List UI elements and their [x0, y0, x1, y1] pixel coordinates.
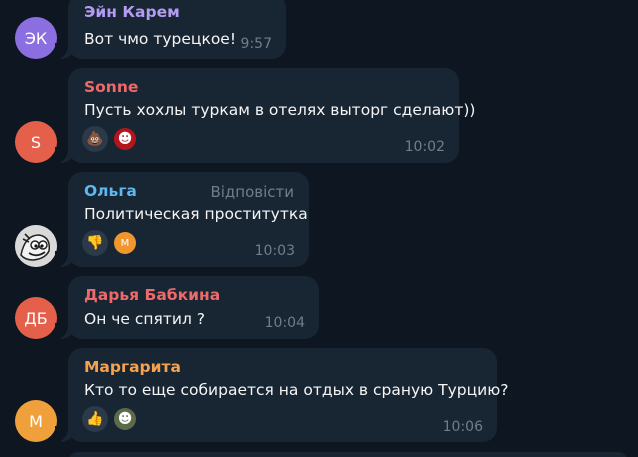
avatar[interactable]: ЭК	[15, 17, 57, 59]
reaction-chip[interactable]: 💩	[82, 126, 108, 152]
message-text: Кто то еще собирается на отдых в сраную …	[84, 381, 509, 399]
message-bubble[interactable]: Эйн Карем Вот чмо турецкое! 9:57	[55, 0, 286, 59]
reactions-row: 👎 M	[82, 230, 138, 256]
thumbs-up-emoji-icon: 👍	[86, 411, 104, 427]
message-time: 10:06	[442, 419, 483, 435]
avatar-initials: М	[29, 411, 43, 431]
message-bubble[interactable]: Дарья Бабкина Он че спятил ? 10:04	[55, 276, 319, 339]
message-bubble[interactable]: Маргарита Кто то еще собирается на отдых…	[55, 348, 509, 442]
avatar[interactable]: S	[15, 121, 57, 163]
avatar-initials: ЭК	[24, 28, 48, 48]
reaction-chip[interactable]: ☻	[112, 406, 138, 432]
reaction-chip[interactable]: ☻	[112, 126, 138, 152]
poop-emoji-icon: 💩	[86, 131, 104, 147]
sender-name[interactable]: Sonne	[84, 78, 138, 96]
avatar[interactable]	[15, 225, 57, 267]
chat-message-list: ЭК Эйн Карем Вот чмо турецкое! 9:57 S So…	[0, 0, 638, 457]
green-avatar-reaction-icon: ☻	[114, 408, 136, 430]
message-bubble[interactable]: Ольга Відповісти Политическая проститутк…	[55, 172, 309, 267]
reactions-row: 👍 ☻	[82, 406, 138, 432]
message-time: 10:04	[264, 315, 305, 331]
cartoon-avatar-icon	[15, 225, 57, 267]
reaction-chip[interactable]: 👍	[82, 406, 108, 432]
sender-name[interactable]: Маргарита	[84, 358, 181, 376]
message-text: Вот чмо турецкое!	[84, 30, 237, 48]
thumbs-down-emoji-icon: 👎	[86, 235, 104, 251]
message-time: 9:57	[240, 36, 272, 52]
message-time: 10:03	[254, 243, 295, 259]
avatar-initials: S	[30, 132, 42, 152]
message-text: Он че спятил ?	[84, 310, 206, 328]
red-avatar-reaction-icon: ☻	[114, 128, 136, 150]
reactions-row: 💩 ☻	[82, 126, 138, 152]
message-time: 10:02	[404, 139, 445, 155]
message-bubble[interactable]: Sonne Пусть хохлы туркам в отелях выторг…	[55, 68, 475, 163]
sender-name[interactable]: Ольга	[84, 182, 137, 200]
message-text: Политическая проституткa	[84, 205, 308, 223]
avatar-initials: ДБ	[24, 308, 48, 328]
orange-avatar-reaction-icon: M	[114, 232, 136, 254]
message-text: Пусть хохлы туркам в отелях выторг сдела…	[84, 101, 476, 119]
next-message-edge	[68, 452, 628, 457]
sender-name[interactable]: Эйн Карем	[84, 3, 180, 21]
sender-name[interactable]: Дарья Бабкина	[84, 286, 220, 304]
reaction-chip[interactable]: M	[112, 230, 138, 256]
avatar[interactable]: М	[15, 400, 57, 442]
reaction-chip[interactable]: 👎	[82, 230, 108, 256]
avatar[interactable]: ДБ	[15, 297, 57, 339]
reply-button[interactable]: Відповісти	[210, 183, 294, 201]
